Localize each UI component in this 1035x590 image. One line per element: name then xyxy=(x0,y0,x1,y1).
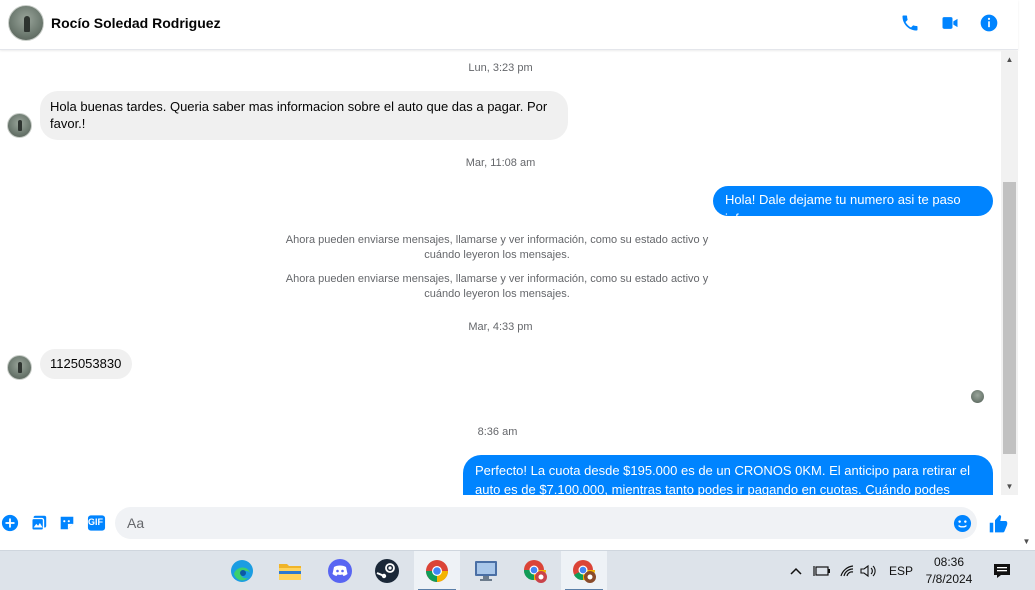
sticker-icon[interactable] xyxy=(57,513,77,533)
photo-icon[interactable] xyxy=(29,513,49,533)
chrome-profile-icon[interactable] xyxy=(561,551,607,590)
timestamp: Mar, 11:08 am xyxy=(465,157,536,169)
chat-header: Rocío Soledad Rodriguez xyxy=(0,0,1018,50)
clock-time: 08:36 xyxy=(933,555,965,569)
battery-icon[interactable] xyxy=(813,551,831,590)
emoji-icon[interactable] xyxy=(952,513,972,533)
taskbar-clock[interactable]: 08:36 7/8/2024 xyxy=(918,554,980,588)
outgoing-message[interactable]: Hola! Dale dejame tu numero asi te paso … xyxy=(713,186,993,226)
system-notice: Ahora pueden enviarse mensajes, llamarse… xyxy=(285,234,709,261)
contact-name[interactable]: Rocío Soledad Rodriguez xyxy=(51,15,221,31)
chrome-icon[interactable] xyxy=(414,551,460,590)
system-notice: Ahora pueden enviarse mensajes, llamarse… xyxy=(285,273,709,300)
language-indicator[interactable]: ESP xyxy=(889,551,913,590)
scroll-up-arrow-icon[interactable]: ▲ xyxy=(1001,51,1018,68)
conversation-scrollbar[interactable]: ▲ ▼ xyxy=(1001,51,1018,495)
contact-avatar-small[interactable] xyxy=(7,355,32,380)
contact-avatar[interactable] xyxy=(8,5,44,41)
scroll-down-arrow-icon[interactable]: ▼ xyxy=(1018,533,1035,550)
scrollbar-thumb[interactable] xyxy=(1003,182,1016,454)
gif-icon[interactable]: GIF xyxy=(86,513,106,533)
timestamp: Lun, 3:23 pm xyxy=(468,62,533,74)
incoming-message[interactable]: Hola buenas tardes. Queria saber mas inf… xyxy=(40,91,568,140)
page-scrollbar[interactable]: ▼ xyxy=(1018,51,1035,550)
gif-label: GIF xyxy=(88,517,103,527)
volume-icon[interactable] xyxy=(860,551,878,590)
phone-icon[interactable] xyxy=(898,11,922,35)
monitor-app-icon[interactable] xyxy=(463,551,509,590)
file-explorer-icon[interactable] xyxy=(267,551,313,590)
edge-icon[interactable] xyxy=(219,551,265,590)
notifications-icon[interactable] xyxy=(993,551,1011,590)
timestamp: Mar, 4:33 pm xyxy=(468,321,533,333)
chrome-profile-icon[interactable] xyxy=(512,551,558,590)
clock-date: 7/8/2024 xyxy=(925,572,973,586)
outgoing-message[interactable]: Perfecto! La cuota desde $195.000 es de … xyxy=(463,455,993,495)
contact-avatar-small[interactable] xyxy=(7,113,32,138)
messenger-window: Rocío Soledad Rodriguez Lun, 3:23 pm Hol… xyxy=(0,0,1035,590)
incoming-message[interactable]: 1125053830 xyxy=(40,349,133,379)
message-input[interactable] xyxy=(115,507,977,539)
add-icon[interactable] xyxy=(0,513,20,533)
windows-taskbar: ESP 08:36 7/8/2024 xyxy=(0,550,1035,590)
discord-icon[interactable] xyxy=(317,551,363,590)
wifi-icon[interactable] xyxy=(839,551,855,590)
steam-icon[interactable] xyxy=(364,551,410,590)
like-icon[interactable] xyxy=(987,513,1009,535)
video-icon[interactable] xyxy=(938,11,962,35)
message-list[interactable]: Lun, 3:23 pm Hola buenas tardes. Queria … xyxy=(0,51,1001,495)
show-hidden-icons-chevron-icon[interactable] xyxy=(789,551,803,590)
timestamp: 8:36 am xyxy=(477,426,518,438)
seen-indicator-avatar xyxy=(971,390,984,403)
message-composer: GIF xyxy=(0,495,1018,550)
info-icon[interactable] xyxy=(977,11,1001,35)
scroll-down-arrow-icon[interactable]: ▼ xyxy=(1001,478,1018,495)
